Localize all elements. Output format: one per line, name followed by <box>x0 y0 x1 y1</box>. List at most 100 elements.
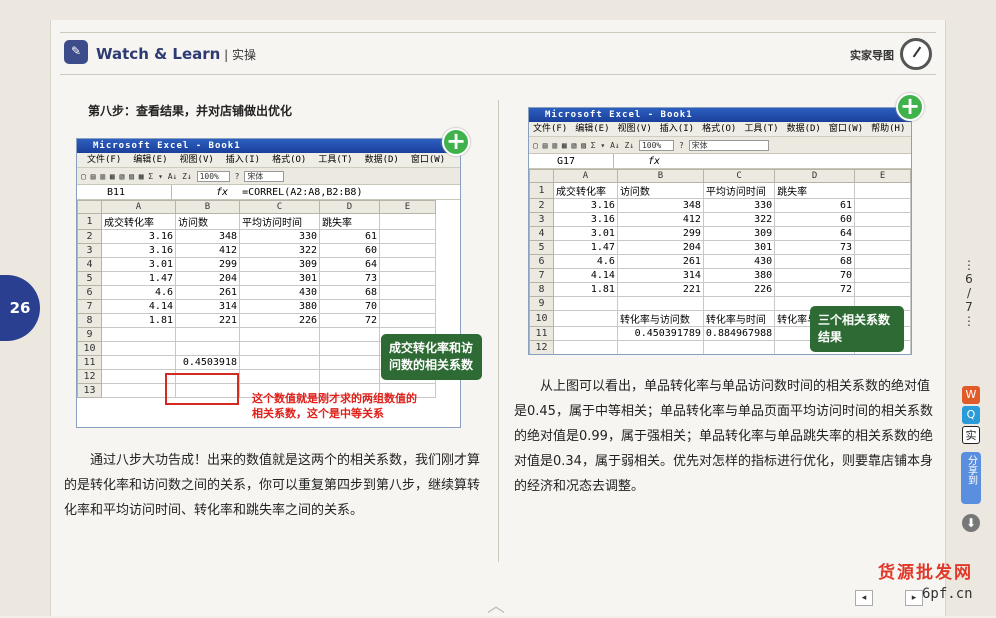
row-header[interactable]: 4 <box>529 226 554 241</box>
table-cell[interactable]: 72 <box>319 313 380 328</box>
table-cell[interactable] <box>319 355 380 370</box>
table-cell[interactable]: 4.6 <box>101 285 176 300</box>
row-header[interactable]: 12 <box>529 340 554 354</box>
table-cell[interactable]: 204 <box>175 271 240 286</box>
menu-item[interactable]: 视图(V) <box>618 124 652 134</box>
menu-item[interactable]: 文件(F) <box>87 155 121 165</box>
zoom-box[interactable]: 100% <box>638 140 675 151</box>
table-cell[interactable]: 跳失率 <box>774 182 856 199</box>
table-cell[interactable] <box>854 240 911 255</box>
menu-item[interactable]: 视图(V) <box>180 155 214 165</box>
menu-item[interactable]: 插入(I) <box>226 155 260 165</box>
column-header[interactable]: E <box>854 169 911 183</box>
table-cell[interactable] <box>703 355 774 356</box>
table-cell[interactable]: 301 <box>239 271 320 286</box>
column-header[interactable]: B <box>616 169 704 183</box>
table-cell[interactable]: 0.884967988 <box>702 326 776 341</box>
table-cell[interactable]: 309 <box>702 226 776 241</box>
row-header[interactable]: 3 <box>529 212 554 227</box>
row-header[interactable]: 2 <box>529 198 554 213</box>
share-button[interactable]: 分享到 <box>961 452 981 504</box>
table-cell[interactable]: 309 <box>239 257 320 272</box>
column-header[interactable] <box>529 169 554 183</box>
table-cell[interactable] <box>379 243 436 258</box>
table-cell[interactable] <box>854 282 911 297</box>
column-header[interactable] <box>77 200 102 214</box>
table-cell[interactable] <box>552 340 618 354</box>
column-header[interactable]: B <box>175 200 240 214</box>
mindmap-link[interactable]: 实家导图 <box>850 47 894 63</box>
table-cell[interactable]: 1.47 <box>552 240 618 255</box>
row-header[interactable]: 5 <box>529 240 554 255</box>
row-header[interactable]: 11 <box>77 355 102 370</box>
table-cell[interactable]: 61 <box>319 229 380 244</box>
row-header[interactable]: 6 <box>77 285 102 300</box>
table-cell[interactable]: 430 <box>702 254 776 269</box>
table-cell[interactable]: 转化率与访问数 <box>616 310 704 327</box>
table-cell[interactable]: 3.16 <box>101 243 176 258</box>
weibo-icon[interactable]: W <box>962 386 980 404</box>
prev-page-button[interactable]: ◂ <box>855 590 873 606</box>
table-cell[interactable] <box>101 341 176 356</box>
table-cell[interactable] <box>319 369 380 384</box>
table-cell[interactable]: 60 <box>319 243 380 258</box>
row-header[interactable]: 13 <box>530 355 554 356</box>
row-header[interactable]: 3 <box>77 243 102 258</box>
table-cell[interactable] <box>552 310 618 327</box>
row-header[interactable]: 9 <box>529 296 554 311</box>
table-cell[interactable]: 60 <box>774 212 856 227</box>
menu-item[interactable]: 窗口(W) <box>829 124 863 134</box>
menu-item[interactable]: 编辑(E) <box>575 124 609 134</box>
compass-icon[interactable] <box>900 38 932 70</box>
table-cell[interactable]: 380 <box>239 299 320 314</box>
table-cell[interactable]: 348 <box>175 229 240 244</box>
name-box[interactable]: B11 <box>77 185 172 200</box>
table-cell[interactable] <box>379 229 436 244</box>
table-cell[interactable] <box>616 340 704 354</box>
table-cell[interactable] <box>854 212 911 227</box>
table-cell[interactable]: 322 <box>239 243 320 258</box>
table-cell[interactable]: 380 <box>702 268 776 283</box>
row-header[interactable]: 5 <box>77 271 102 286</box>
table-cell[interactable]: 412 <box>175 243 240 258</box>
table-cell[interactable] <box>239 355 320 370</box>
table-cell[interactable]: 322 <box>702 212 776 227</box>
table-cell[interactable]: 跳失率 <box>319 213 380 230</box>
table-cell[interactable] <box>319 341 380 356</box>
row-header[interactable]: 1 <box>77 213 102 230</box>
table-cell[interactable]: 330 <box>239 229 320 244</box>
table-cell[interactable]: 成交转化率 <box>552 182 618 199</box>
table-cell[interactable]: 0.4503918 <box>175 355 240 370</box>
menu-item[interactable]: 文件(F) <box>533 124 567 134</box>
table-cell[interactable] <box>854 198 911 213</box>
table-cell[interactable]: 299 <box>175 257 240 272</box>
table-cell[interactable]: 261 <box>175 285 240 300</box>
table-cell[interactable]: 301 <box>702 240 776 255</box>
menu-item[interactable]: 格式(O) <box>702 124 736 134</box>
table-cell[interactable] <box>379 257 436 272</box>
table-cell[interactable]: 430 <box>239 285 320 300</box>
table-cell[interactable] <box>319 327 380 342</box>
table-cell[interactable]: 访问数 <box>175 213 240 230</box>
column-header[interactable]: A <box>552 169 618 183</box>
table-cell[interactable]: 访问数 <box>616 182 704 199</box>
table-cell[interactable]: 68 <box>774 254 856 269</box>
table-cell[interactable]: 412 <box>616 212 704 227</box>
menu-item[interactable]: 帮助(H) <box>871 124 905 134</box>
table-cell[interactable]: 3.01 <box>101 257 176 272</box>
table-cell[interactable]: 1.81 <box>101 313 176 328</box>
table-cell[interactable]: 61 <box>774 198 856 213</box>
table-cell[interactable] <box>239 369 320 384</box>
table-cell[interactable]: 4.14 <box>552 268 618 283</box>
font-box[interactable]: 宋体 <box>244 171 285 182</box>
menu-item[interactable]: 工具(T) <box>318 155 352 165</box>
chevron-up-icon[interactable]: ⋮ <box>958 258 980 272</box>
row-header[interactable]: 2 <box>77 229 102 244</box>
table-cell[interactable]: 73 <box>774 240 856 255</box>
column-header[interactable]: D <box>319 200 380 214</box>
table-cell[interactable]: 221 <box>616 282 704 297</box>
row-header[interactable]: 8 <box>529 282 554 297</box>
menu-item[interactable]: 工具(T) <box>744 124 778 134</box>
table-cell[interactable]: 221 <box>175 313 240 328</box>
qzone-icon[interactable]: Q <box>962 406 980 424</box>
